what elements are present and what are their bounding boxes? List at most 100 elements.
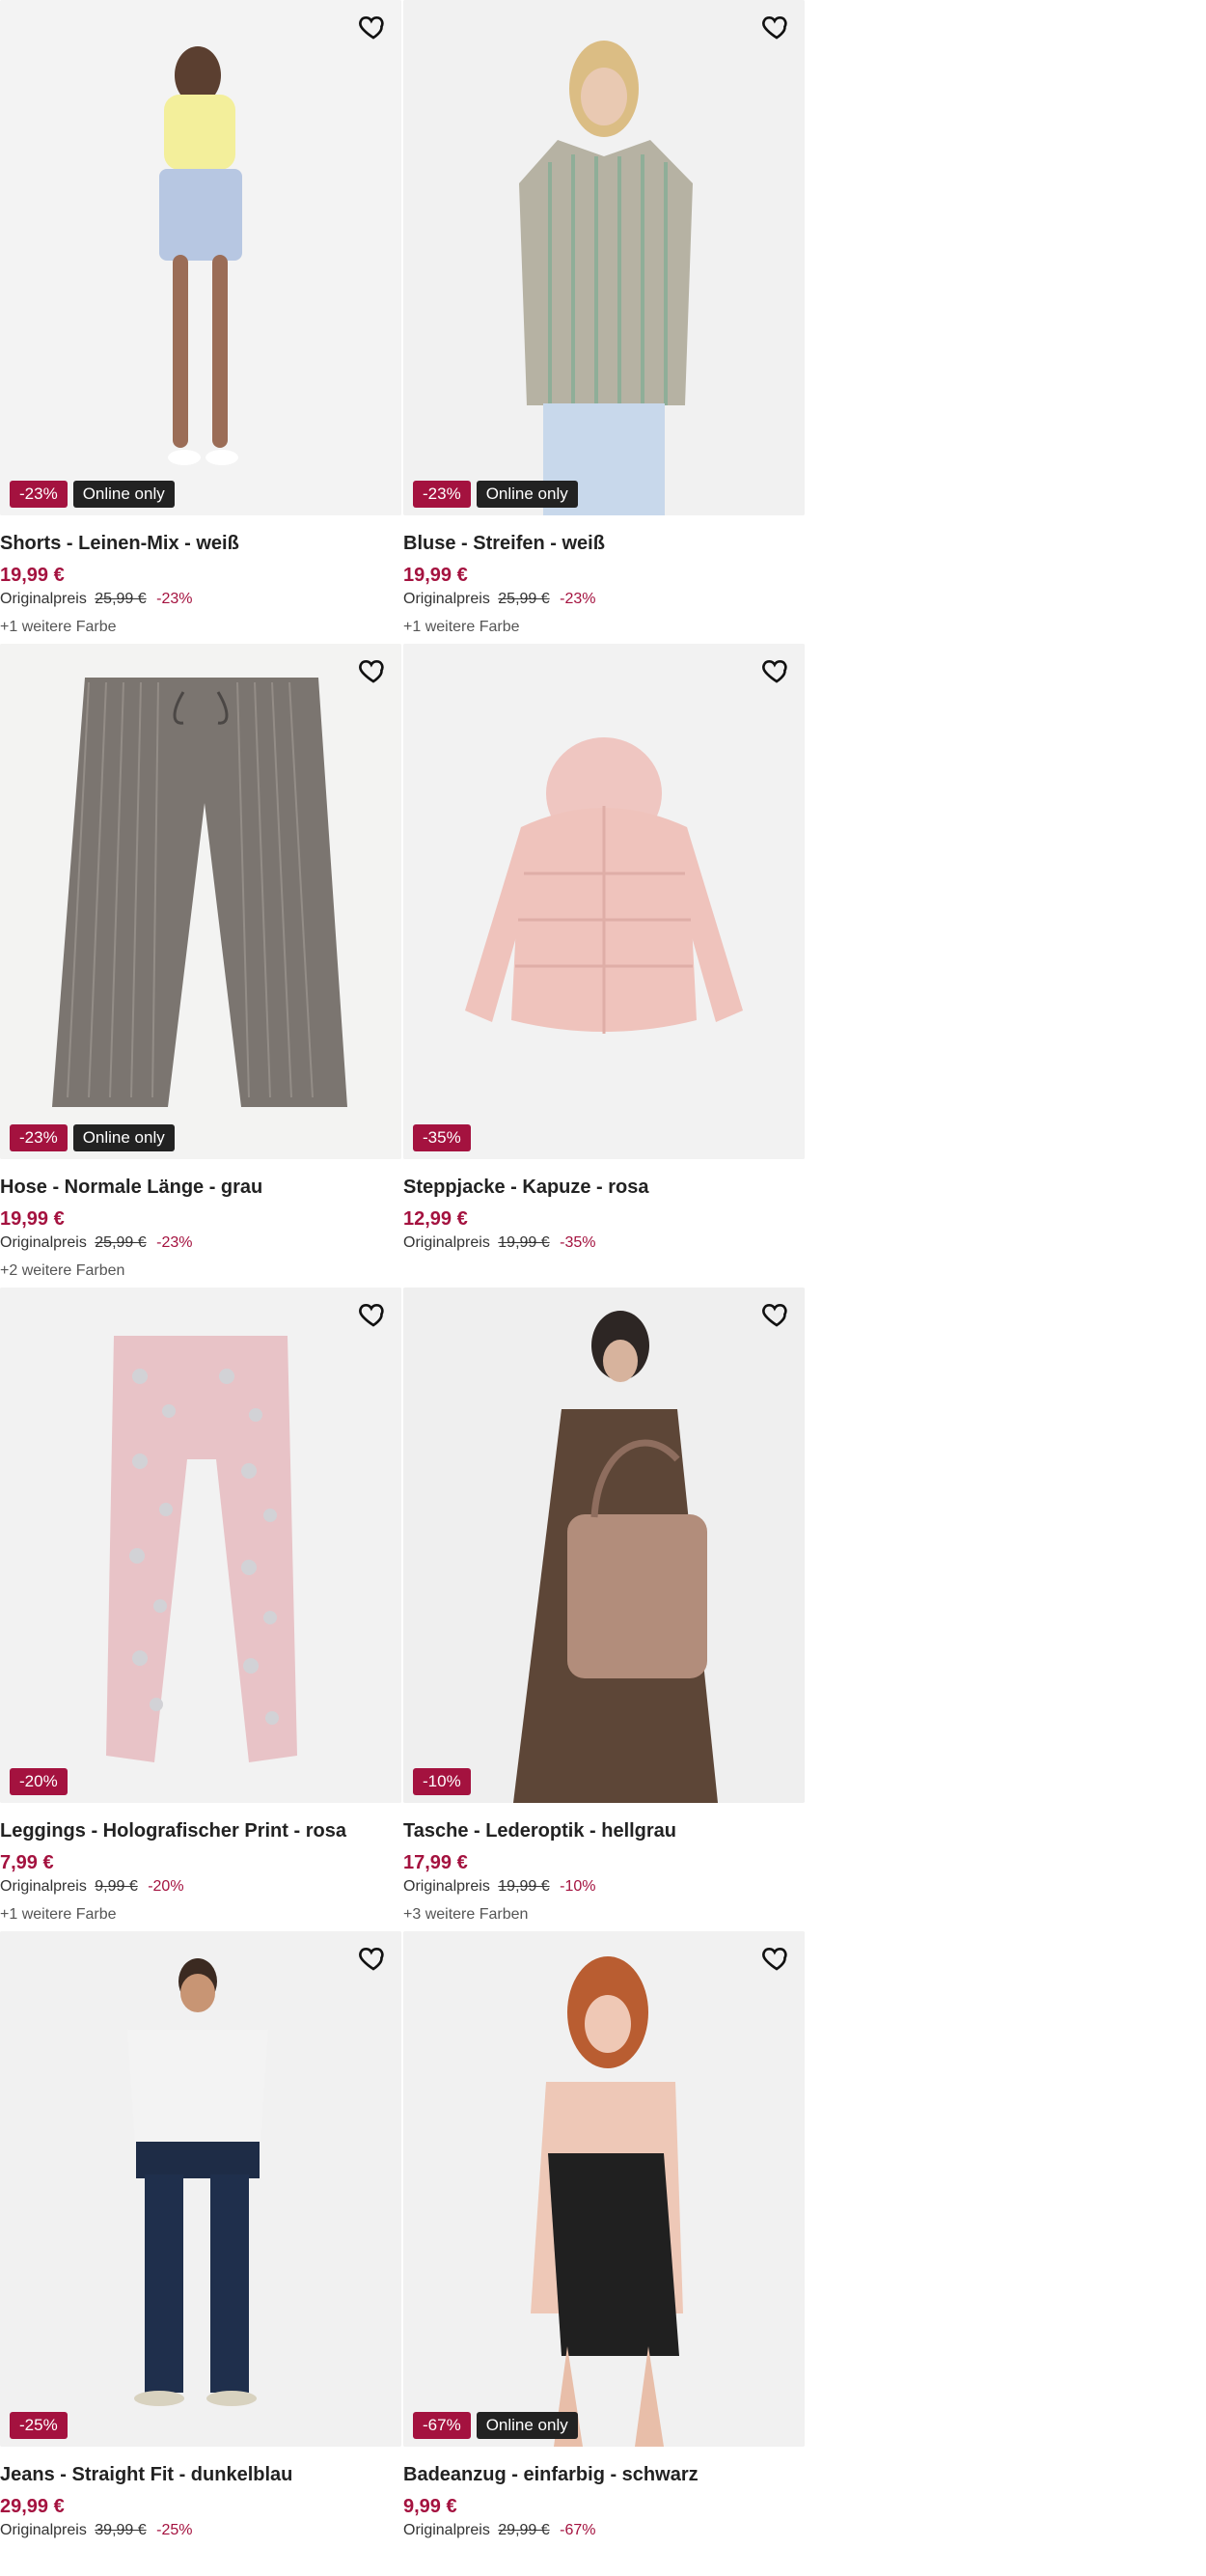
product-image[interactable]: -35% (403, 644, 805, 1159)
original-price-label: Originalpreis (0, 1234, 87, 1251)
online-only-badge: Online only (72, 481, 175, 508)
online-only-badge: Online only (476, 2412, 578, 2439)
product-image[interactable]: -25% (0, 1931, 401, 2447)
favorite-button[interactable] (758, 651, 795, 688)
original-price: 25,99 € (498, 591, 550, 607)
discount-text: -25% (156, 2522, 193, 2538)
current-price: 7,99 € (0, 1852, 54, 1873)
favorite-button[interactable] (355, 8, 392, 44)
badge-group: -20% (10, 1768, 68, 1795)
heart-icon (762, 1303, 787, 1327)
product-image[interactable]: -20% (0, 1288, 401, 1803)
product-title[interactable]: Steppjacke - Kapuze - rosa (403, 1176, 805, 1199)
original-price-label: Originalpreis (403, 2522, 490, 2538)
original-price-line: Originalpreis 9,99 € -20% (0, 1877, 401, 1896)
favorite-button[interactable] (758, 8, 795, 44)
product-info: Shorts - Leinen-Mix - weiß 19,99 € Origi… (0, 532, 401, 636)
original-price: 25,99 € (95, 1234, 147, 1251)
current-price: 9,99 € (403, 2496, 457, 2517)
original-price-label: Originalpreis (403, 591, 490, 607)
product-title[interactable]: Shorts - Leinen-Mix - weiß (0, 532, 401, 555)
original-price: 29,99 € (498, 2522, 550, 2538)
product-card[interactable]: -23% Online only Bluse - Streifen - weiß… (403, 0, 805, 644)
discount-badge: -20% (10, 1768, 68, 1795)
heart-icon (762, 1947, 787, 1971)
badge-group: -10% (413, 1768, 471, 1795)
product-photo-bag (403, 1288, 805, 1803)
online-only-badge: Online only (476, 481, 578, 508)
current-price: 12,99 € (403, 1208, 468, 1230)
more-colors-link[interactable]: +3 weitere Farben (403, 1905, 805, 1924)
current-price: 17,99 € (403, 1852, 468, 1873)
product-image[interactable]: -10% (403, 1288, 805, 1803)
discount-text: -23% (560, 591, 596, 607)
product-image[interactable]: -23% Online only (403, 0, 805, 515)
current-price: 29,99 € (0, 2496, 65, 2517)
original-price: 19,99 € (498, 1234, 550, 1251)
current-price: 19,99 € (0, 565, 65, 586)
original-price-label: Originalpreis (0, 2522, 87, 2538)
discount-badge: -23% (413, 481, 471, 508)
online-only-badge: Online only (72, 1124, 175, 1151)
discount-badge: -23% (10, 481, 68, 508)
badge-group: -23% Online only (10, 481, 175, 508)
original-price-label: Originalpreis (0, 1878, 87, 1895)
product-image[interactable]: -67% Online only (403, 1931, 805, 2447)
original-price-line: Originalpreis 25,99 € -23% (403, 590, 805, 608)
original-price: 25,99 € (95, 591, 147, 607)
favorite-button[interactable] (355, 1295, 392, 1332)
original-price-label: Originalpreis (403, 1234, 490, 1251)
product-card[interactable]: -67% Online only Badeanzug - einfarbig -… (403, 1931, 805, 2575)
product-info: Jeans - Straight Fit - dunkelblau 29,99 … (0, 2463, 401, 2539)
product-photo-pants (0, 644, 401, 1159)
product-grid: -23% Online only Shorts - Leinen-Mix - w… (0, 0, 805, 2575)
product-image[interactable]: -23% Online only (0, 0, 401, 515)
original-price-line: Originalpreis 19,99 € -10% (403, 1877, 805, 1896)
product-title[interactable]: Badeanzug - einfarbig - schwarz (403, 2463, 805, 2486)
product-photo-blouse (403, 0, 805, 515)
favorite-button[interactable] (758, 1295, 795, 1332)
original-price-line: Originalpreis 19,99 € -35% (403, 1233, 805, 1252)
product-card[interactable]: -23% Online only Shorts - Leinen-Mix - w… (0, 0, 401, 644)
favorite-button[interactable] (758, 1939, 795, 1976)
product-info: Badeanzug - einfarbig - schwarz 9,99 € O… (403, 2463, 805, 2539)
product-photo-shorts (0, 0, 401, 515)
product-info: Leggings - Holografischer Print - rosa 7… (0, 1819, 401, 1924)
favorite-button[interactable] (355, 1939, 392, 1976)
more-colors-link[interactable]: +1 weitere Farbe (0, 618, 401, 636)
product-card[interactable]: -23% Online only Hose - Normale Länge - … (0, 644, 401, 1288)
heart-icon (359, 15, 384, 40)
original-price: 19,99 € (498, 1878, 550, 1895)
badge-group: -25% (10, 2412, 68, 2439)
badge-group: -67% Online only (413, 2412, 578, 2439)
original-price-label: Originalpreis (0, 591, 87, 607)
favorite-button[interactable] (355, 651, 392, 688)
product-card[interactable]: -10% Tasche - Lederoptik - hellgrau 17,9… (403, 1288, 805, 1931)
more-colors-link[interactable]: +2 weitere Farben (0, 1261, 401, 1280)
product-title[interactable]: Jeans - Straight Fit - dunkelblau (0, 2463, 401, 2486)
original-price-line: Originalpreis 25,99 € -23% (0, 1233, 401, 1252)
product-card[interactable]: -20% Leggings - Holografischer Print - r… (0, 1288, 401, 1931)
heart-icon (359, 659, 384, 683)
discount-badge: -23% (10, 1124, 68, 1151)
discount-text: -67% (560, 2522, 596, 2538)
product-photo-jeans (0, 1931, 401, 2447)
discount-text: -23% (156, 591, 193, 607)
heart-icon (762, 15, 787, 40)
product-title[interactable]: Hose - Normale Länge - grau (0, 1176, 401, 1199)
product-image[interactable]: -23% Online only (0, 644, 401, 1159)
product-card[interactable]: -25% Jeans - Straight Fit - dunkelblau 2… (0, 1931, 401, 2575)
product-card[interactable]: -35% Steppjacke - Kapuze - rosa 12,99 € … (403, 644, 805, 1288)
more-colors-link[interactable]: +1 weitere Farbe (0, 1905, 401, 1924)
product-info: Hose - Normale Länge - grau 19,99 € Orig… (0, 1176, 401, 1280)
discount-badge: -25% (10, 2412, 68, 2439)
discount-text: -10% (560, 1878, 596, 1895)
product-title[interactable]: Tasche - Lederoptik - hellgrau (403, 1819, 805, 1842)
more-colors-link[interactable]: +1 weitere Farbe (403, 618, 805, 636)
heart-icon (762, 659, 787, 683)
heart-icon (359, 1303, 384, 1327)
discount-text: -35% (560, 1234, 596, 1251)
product-title[interactable]: Bluse - Streifen - weiß (403, 532, 805, 555)
product-title[interactable]: Leggings - Holografischer Print - rosa (0, 1819, 401, 1842)
current-price: 19,99 € (0, 1208, 65, 1230)
